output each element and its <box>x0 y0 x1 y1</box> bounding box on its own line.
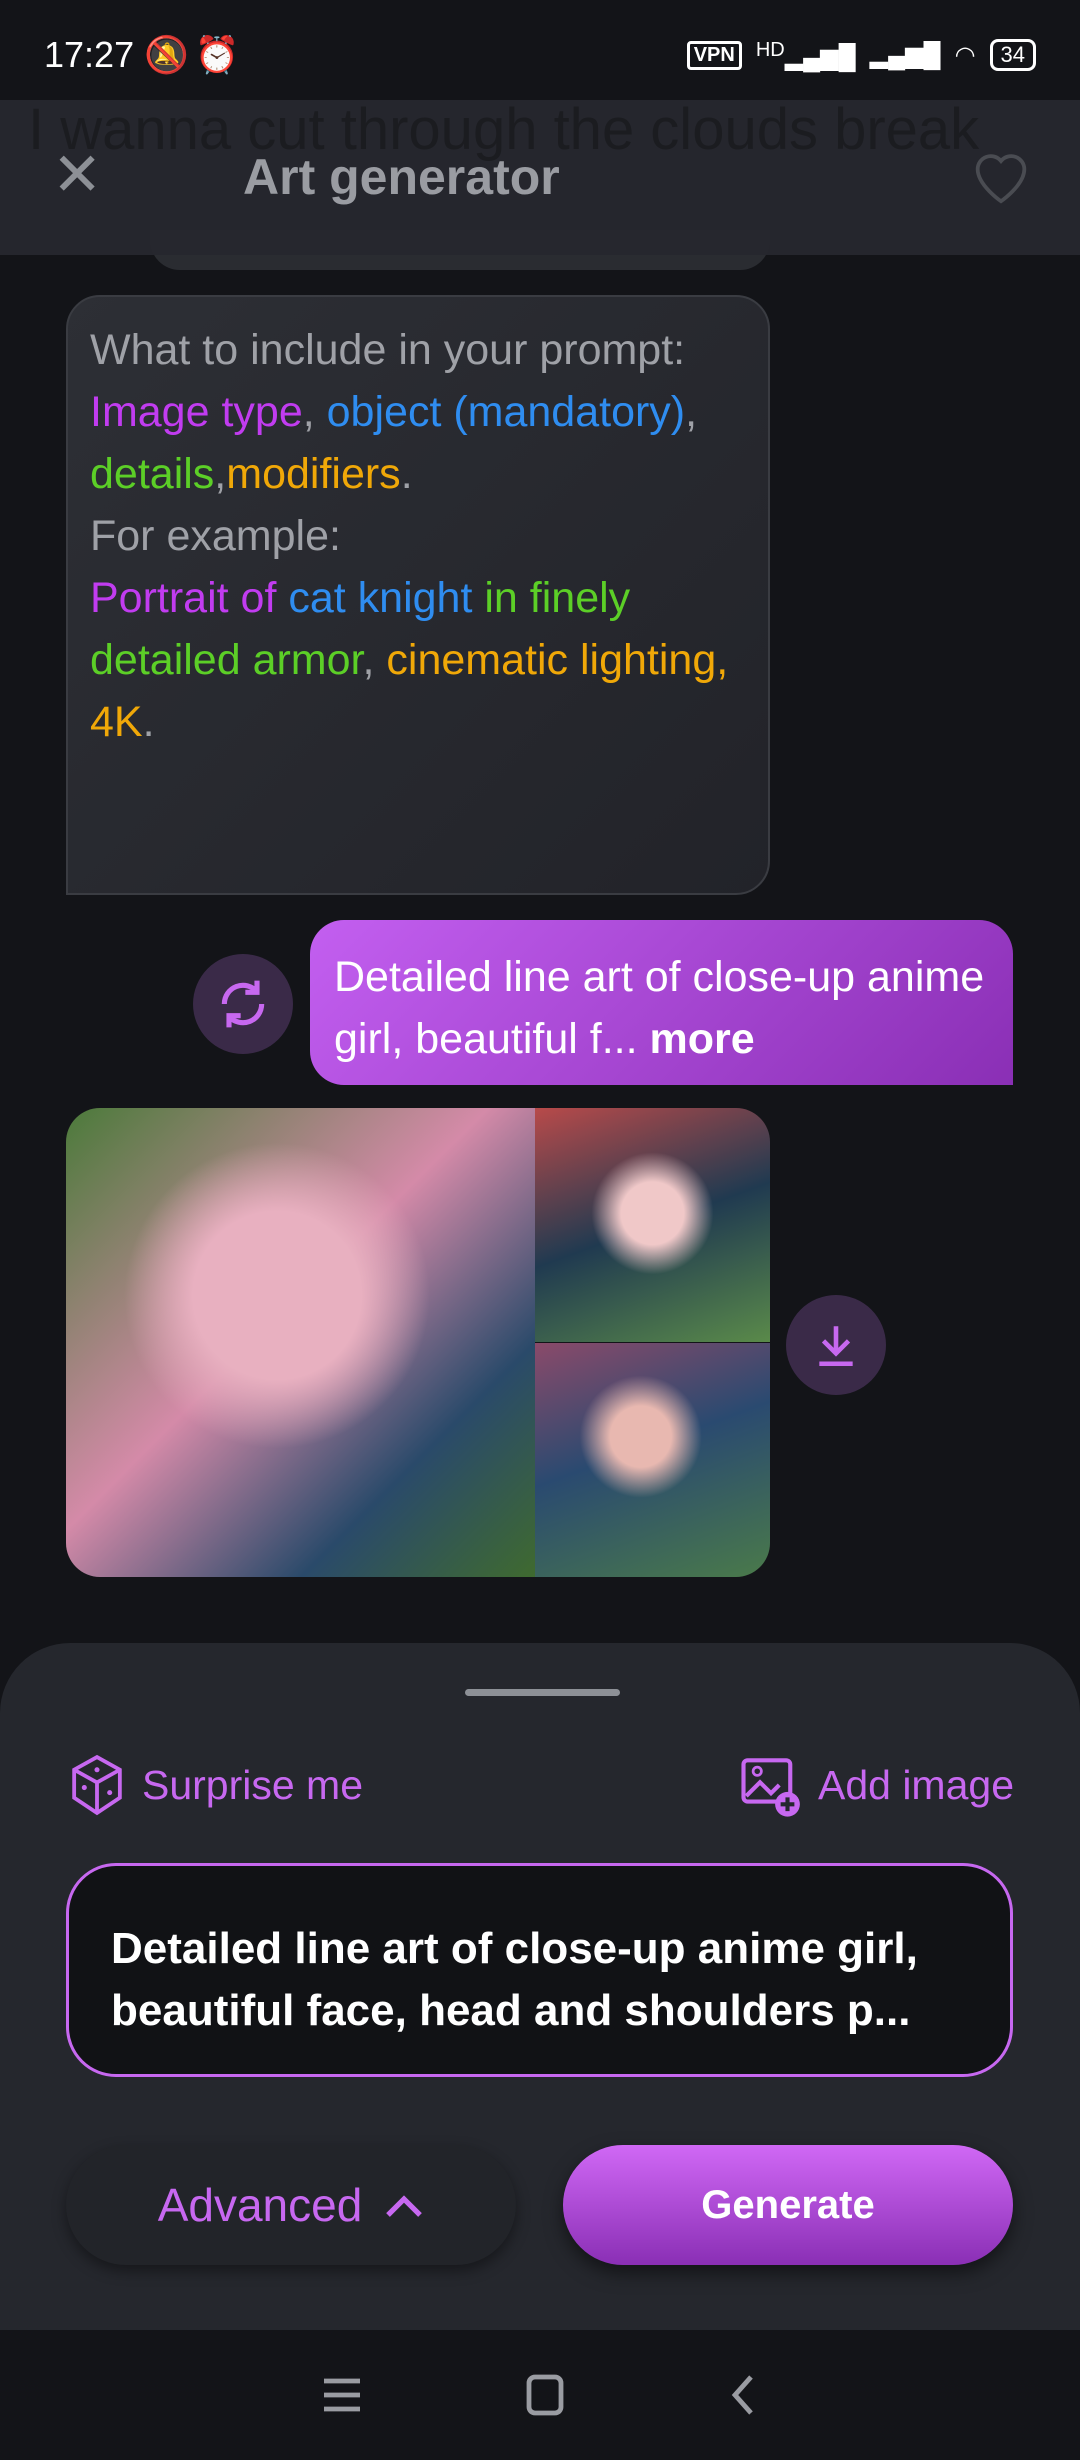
more-link[interactable]: more <box>650 1015 755 1063</box>
generated-image-1[interactable] <box>66 1108 535 1577</box>
hint-segment: , <box>302 388 327 436</box>
regenerate-button[interactable] <box>193 954 293 1054</box>
hint-segment: Portrait of <box>90 574 289 622</box>
prompt-hint-bubble: What to include in your prompt: Image ty… <box>66 295 770 895</box>
hint-segment: object (mandatory) <box>326 388 686 436</box>
hint-example-label: For example: <box>90 512 341 560</box>
user-message-bubble: Detailed line art of close-up anime girl… <box>310 920 1013 1085</box>
chevron-up-icon <box>386 2195 423 2217</box>
add-image-icon <box>741 1758 800 1817</box>
drag-handle[interactable] <box>465 1689 620 1696</box>
download-icon <box>819 1326 853 1367</box>
system-nav-bar <box>0 2330 1080 2460</box>
hint-segment: Image type <box>90 388 303 436</box>
generated-image-2[interactable] <box>535 1108 770 1342</box>
hint-segment: . <box>142 698 155 746</box>
hint-segment: details <box>90 450 215 498</box>
status-bar: 17:27 🔕 ⏰ VPN HD▂▄▆█ ▂▄▆█ ◠ 34 <box>0 0 1080 110</box>
advanced-button[interactable]: Advanced <box>66 2145 516 2265</box>
home-icon[interactable] <box>525 2373 565 2417</box>
signal-icon: HD▂▄▆█ <box>755 38 856 71</box>
download-button[interactable] <box>786 1295 886 1395</box>
add-image-label: Add image <box>817 1761 1014 1808</box>
hint-segment: . <box>400 450 413 498</box>
close-icon[interactable]: ✕ <box>52 145 102 205</box>
generated-image-3[interactable] <box>535 1343 770 1577</box>
status-time: 17:27 <box>44 34 135 75</box>
battery-icon: 34 <box>989 39 1036 71</box>
surprise-me-button[interactable]: Surprise me <box>66 1752 363 1818</box>
surprise-me-label: Surprise me <box>142 1761 364 1808</box>
page-title: Art generator <box>243 149 560 205</box>
prompt-input[interactable]: Detailed line art of close-up anime girl… <box>66 1863 1013 2077</box>
alarm-icon: ⏰ <box>194 34 240 75</box>
hint-intro: What to include in your prompt: <box>90 326 686 374</box>
hint-segment: cat knight <box>288 574 485 622</box>
refresh-icon <box>221 980 265 1028</box>
add-image-button[interactable]: Add image <box>738 1752 1014 1818</box>
hint-segment: , <box>214 450 227 498</box>
wifi-icon: ◠ <box>954 41 976 69</box>
back-icon[interactable] <box>728 2373 758 2417</box>
generate-button[interactable]: Generate <box>563 2145 1013 2265</box>
menu-icon[interactable] <box>322 2377 362 2413</box>
dice-icon <box>72 1754 122 1816</box>
hint-segment: , <box>685 388 698 436</box>
generated-images <box>66 1108 770 1577</box>
mute-icon: 🔕 <box>144 34 189 75</box>
vpn-badge: VPN <box>686 40 742 70</box>
hint-segment: , <box>362 636 387 684</box>
heart-icon[interactable] <box>966 140 1036 210</box>
hint-segment: modifiers <box>226 450 401 498</box>
advanced-label: Advanced <box>157 2179 363 2231</box>
signal-icon-2: ▂▄▆█ <box>869 41 941 69</box>
